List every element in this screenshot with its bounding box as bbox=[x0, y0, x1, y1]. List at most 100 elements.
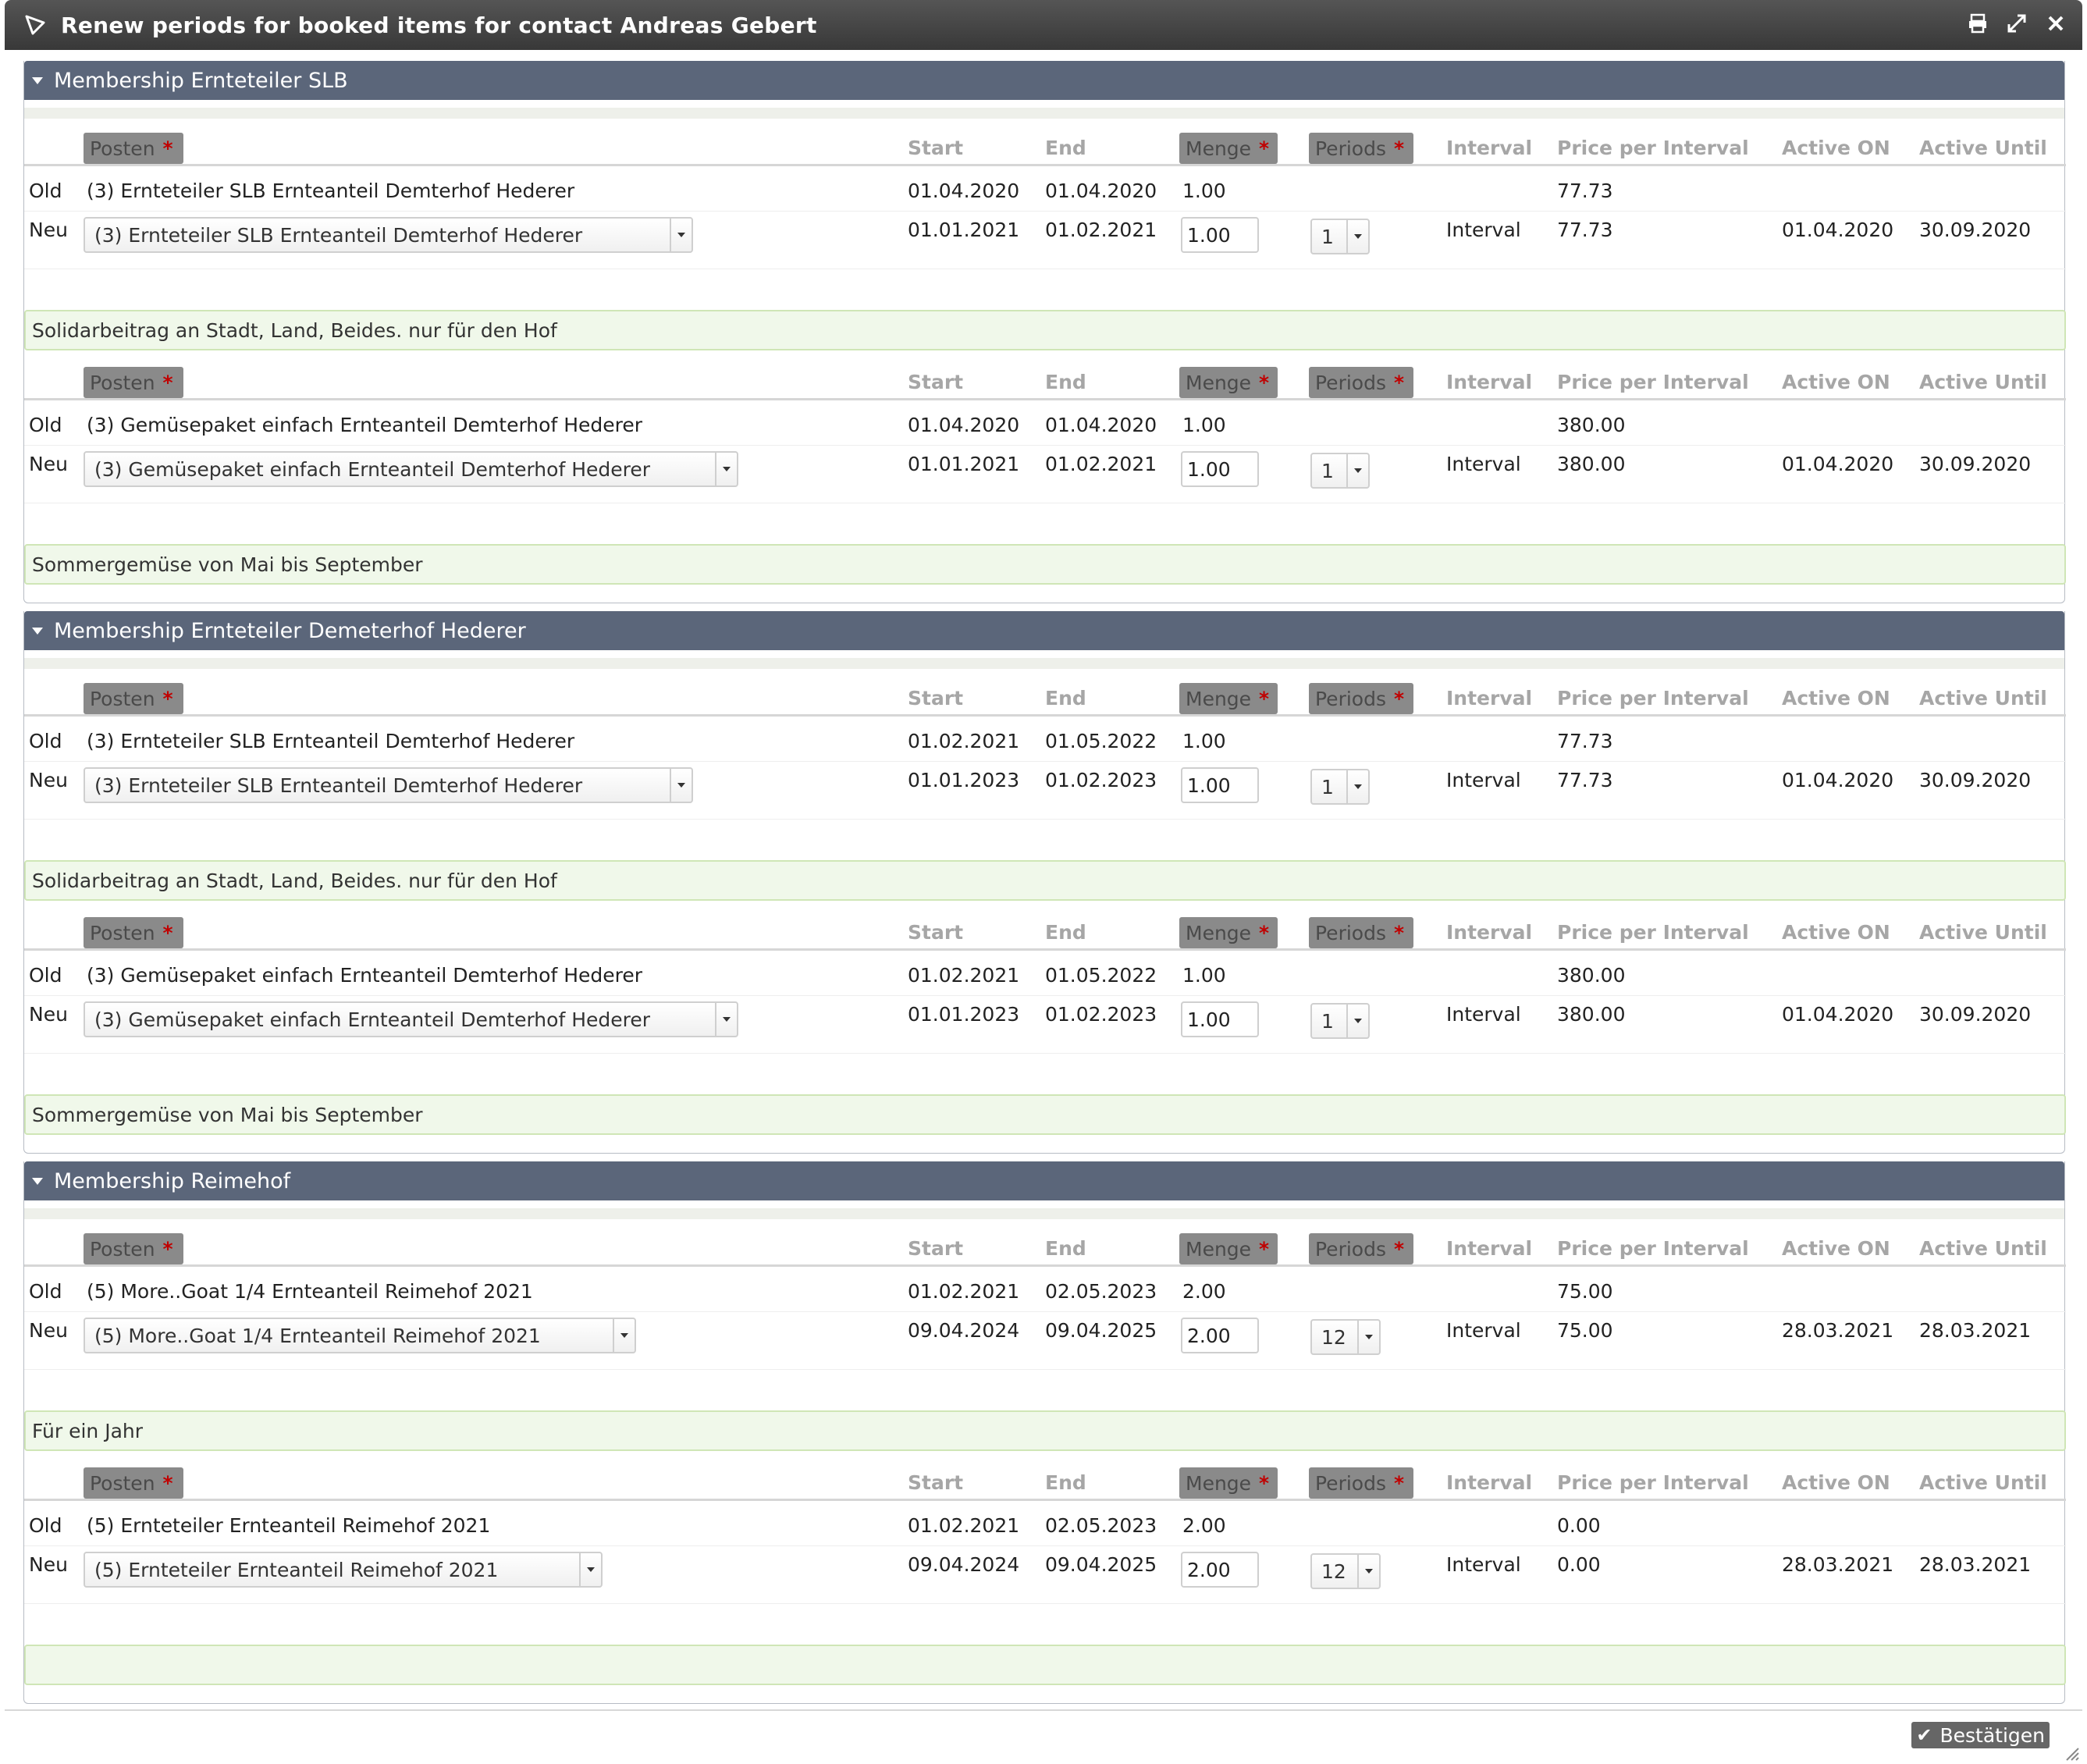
row-divider bbox=[24, 1311, 2066, 1312]
start-header: Start bbox=[908, 1471, 964, 1494]
active-until-header: Active Until bbox=[1919, 1471, 2047, 1494]
periods-header-label: Periods bbox=[1315, 1471, 1386, 1495]
app: Renew periods for booked items for conta… bbox=[0, 0, 2087, 1762]
menge-header: Menge * bbox=[1179, 367, 1278, 398]
menge-header: Menge * bbox=[1179, 1467, 1278, 1499]
column-header-row: Posten * Start End Menge * Periods * Interval Pri… bbox=[24, 1219, 2066, 1267]
old-row-label: Old bbox=[29, 1280, 62, 1303]
row-divider bbox=[24, 211, 2066, 212]
interval-header: Interval bbox=[1446, 921, 1533, 944]
posten-select[interactable]: (3) Ernteteiler SLB Ernteanteil Demterho… bbox=[84, 217, 693, 253]
new-active-until: 30.09.2020 bbox=[1919, 1003, 2032, 1026]
posten-select[interactable]: (3) Gemüsepaket einfach Ernteanteil Demt… bbox=[84, 451, 738, 487]
posten-select[interactable]: (3) Ernteteiler SLB Ernteanteil Demterho… bbox=[84, 767, 693, 803]
required-mark: * bbox=[1259, 371, 1270, 394]
periods-select-value: 1 bbox=[1321, 1009, 1334, 1033]
chevron-down-icon[interactable] bbox=[1346, 770, 1368, 803]
posten-select[interactable]: (5) More..Goat 1/4 Ernteanteil Reimehof … bbox=[84, 1318, 636, 1353]
chevron-down-icon[interactable] bbox=[1346, 1005, 1368, 1037]
price-header: Price per Interval bbox=[1557, 371, 1749, 393]
collapse-triangle-icon[interactable] bbox=[32, 1177, 43, 1185]
confirm-label: Bestätigen bbox=[1939, 1723, 2045, 1747]
resize-grip-icon[interactable] bbox=[2064, 1745, 2079, 1761]
required-mark: * bbox=[1393, 137, 1405, 160]
required-mark: * bbox=[1393, 921, 1405, 944]
posten-select[interactable]: (3) Gemüsepaket einfach Ernteanteil Demt… bbox=[84, 1001, 738, 1037]
end-header: End bbox=[1045, 1471, 1086, 1494]
membership-toolbar-strip bbox=[24, 1208, 2064, 1219]
new-active-until: 28.03.2021 bbox=[1919, 1319, 2032, 1342]
active-on-header: Active ON bbox=[1782, 921, 1890, 944]
menge-input[interactable] bbox=[1181, 767, 1259, 803]
chevron-down-icon[interactable] bbox=[1357, 1321, 1379, 1353]
old-posten: (5) Ernteteiler Ernteanteil Reimehof 202… bbox=[87, 1514, 491, 1537]
menge-header-label: Menge bbox=[1186, 1237, 1252, 1261]
old-price: 75.00 bbox=[1557, 1280, 1613, 1303]
new-active-until: 30.09.2020 bbox=[1919, 219, 2032, 241]
start-header: Start bbox=[908, 1237, 964, 1260]
end-header: End bbox=[1045, 1237, 1086, 1260]
menge-header: Menge * bbox=[1179, 1233, 1278, 1264]
chevron-down-icon[interactable] bbox=[1357, 1555, 1379, 1588]
menge-input[interactable] bbox=[1181, 1001, 1259, 1037]
collapse-triangle-icon[interactable] bbox=[32, 76, 43, 84]
chevron-down-icon[interactable] bbox=[613, 1319, 635, 1352]
periods-select[interactable]: 1 bbox=[1310, 453, 1370, 489]
periods-select[interactable]: 12 bbox=[1310, 1319, 1381, 1355]
new-interval: Interval bbox=[1446, 453, 1521, 475]
membership-header[interactable]: Membership Reimehof bbox=[24, 1161, 2064, 1200]
title-bar[interactable]: Renew periods for booked items for conta… bbox=[5, 0, 2082, 50]
new-active-until: 30.09.2020 bbox=[1919, 769, 2032, 791]
old-start: 01.02.2021 bbox=[908, 964, 1020, 987]
chevron-down-icon[interactable] bbox=[715, 1003, 737, 1036]
print-icon[interactable] bbox=[1965, 9, 1990, 37]
confirm-button[interactable]: ✔ Bestätigen bbox=[1911, 1722, 2050, 1748]
chevron-down-icon[interactable] bbox=[1346, 454, 1368, 487]
active-on-header: Active ON bbox=[1782, 1471, 1890, 1494]
required-mark: * bbox=[162, 921, 173, 944]
menge-input[interactable] bbox=[1181, 217, 1259, 253]
active-on-header: Active ON bbox=[1782, 137, 1890, 159]
booked-item: Posten * Start End Menge * Periods * Interval Pri… bbox=[24, 1219, 2066, 1453]
old-row-label: Old bbox=[29, 730, 62, 752]
posten-header-label: Posten bbox=[90, 921, 155, 944]
close-icon[interactable] bbox=[2043, 9, 2068, 37]
old-posten: (3) Gemüsepaket einfach Ernteanteil Demt… bbox=[87, 414, 643, 436]
periods-header-label: Periods bbox=[1315, 137, 1386, 160]
new-start: 01.01.2021 bbox=[908, 453, 1020, 475]
periods-select[interactable]: 1 bbox=[1310, 1003, 1370, 1039]
membership-header[interactable]: Membership Ernteteiler SLB bbox=[24, 61, 2064, 100]
menge-input[interactable] bbox=[1181, 1318, 1259, 1353]
new-end: 09.04.2025 bbox=[1045, 1319, 1157, 1342]
menge-input[interactable] bbox=[1181, 451, 1259, 487]
required-mark: * bbox=[1393, 1237, 1405, 1261]
new-price: 77.73 bbox=[1557, 219, 1613, 241]
required-mark: * bbox=[1259, 921, 1270, 944]
new-active-on: 28.03.2021 bbox=[1782, 1553, 1894, 1576]
active-until-header: Active Until bbox=[1919, 371, 2047, 393]
collapse-triangle-icon[interactable] bbox=[32, 627, 43, 635]
new-price: 75.00 bbox=[1557, 1319, 1613, 1342]
posten-select-value: (3) Ernteteiler SLB Ernteanteil Demterho… bbox=[94, 774, 583, 797]
chevron-down-icon[interactable] bbox=[715, 453, 737, 485]
old-start: 01.02.2021 bbox=[908, 1280, 1020, 1303]
chevron-down-icon[interactable] bbox=[1346, 220, 1368, 253]
posten-select[interactable]: (5) Ernteteiler Ernteanteil Reimehof 202… bbox=[84, 1552, 603, 1588]
periods-header-label: Periods bbox=[1315, 921, 1386, 944]
periods-select[interactable]: 1 bbox=[1310, 769, 1370, 805]
chevron-down-icon[interactable] bbox=[670, 769, 692, 802]
membership-header[interactable]: Membership Ernteteiler Demeterhof Hedere… bbox=[24, 611, 2064, 650]
chevron-down-icon[interactable] bbox=[579, 1553, 601, 1586]
item-description: Solidarbeitrag an Stadt, Land, Beides. n… bbox=[24, 310, 2066, 350]
item-description: Sommergemüse von Mai bis September bbox=[24, 544, 2066, 585]
chevron-down-icon[interactable] bbox=[670, 219, 692, 251]
new-row-label: Neu bbox=[29, 219, 68, 241]
maximize-icon[interactable] bbox=[2004, 9, 2029, 37]
periods-select[interactable]: 12 bbox=[1310, 1553, 1381, 1589]
old-price: 77.73 bbox=[1557, 730, 1613, 752]
menge-header-label: Menge bbox=[1186, 921, 1252, 944]
periods-select[interactable]: 1 bbox=[1310, 219, 1370, 254]
required-mark: * bbox=[162, 1471, 173, 1495]
old-price: 77.73 bbox=[1557, 180, 1613, 202]
menge-input[interactable] bbox=[1181, 1552, 1259, 1588]
